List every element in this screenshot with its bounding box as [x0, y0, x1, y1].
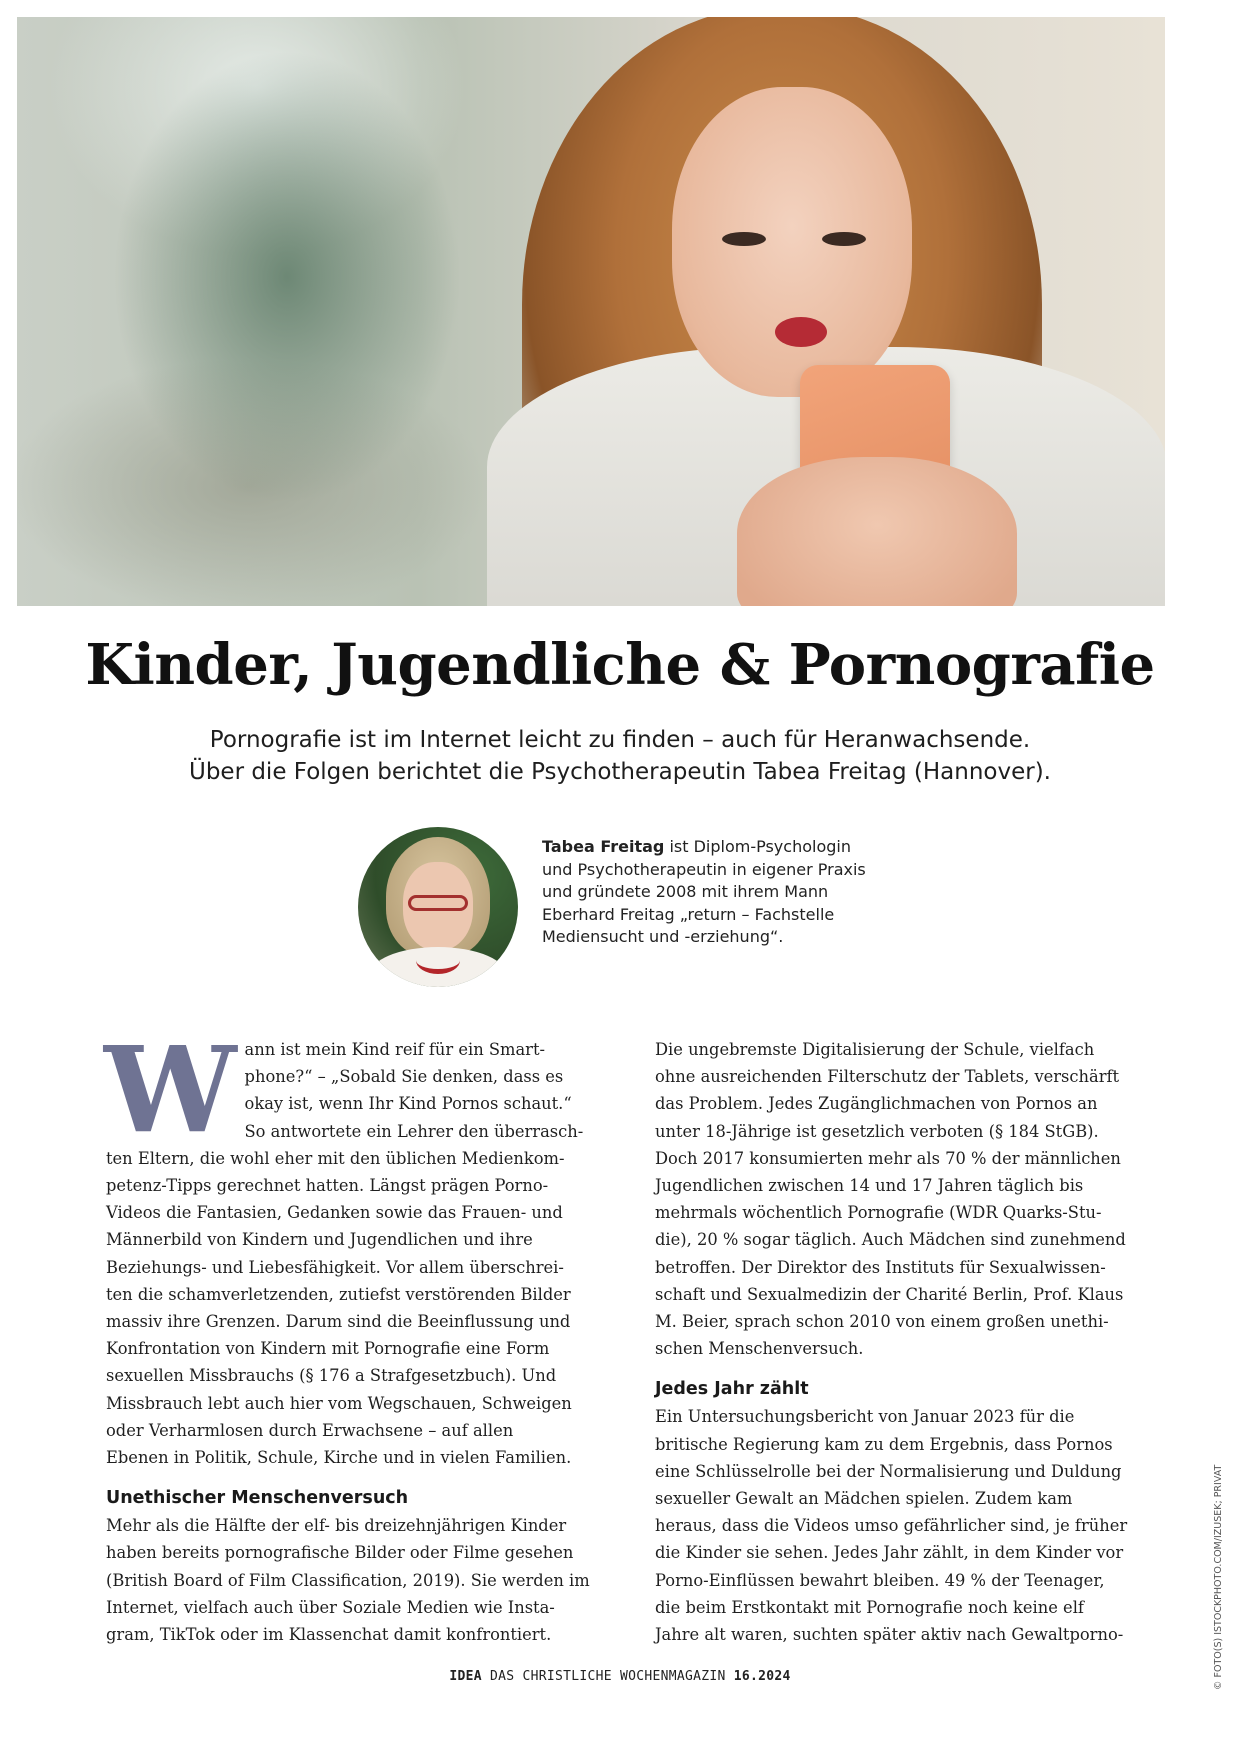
text-line: Videos die Fantasien, Gedanken sowie das… [106, 1203, 563, 1223]
text-line: Jahre alt waren, suchten später aktiv na… [655, 1625, 1124, 1645]
article-column-left: W ann ist mein Kind reif für ein Smart- … [104, 1020, 598, 1648]
text-line: schaft und Sexualmedizin der Charité Ber… [655, 1284, 1124, 1304]
text-line: das Problem. Jedes Zugänglichmachen von … [655, 1094, 1098, 1114]
bio-line: Eberhard Freitag „return – Fachstelle [542, 904, 835, 924]
text-line: haben bereits pornografische Bilder oder… [106, 1543, 574, 1563]
intro-paragraph: W ann ist mein Kind reif für ein Smart- … [104, 1020, 598, 1471]
subheading: Jedes Jahr zählt [655, 1379, 809, 1400]
text-line: sexuellen Missbrauchs (§ 176 a Strafgese… [106, 1366, 557, 1386]
author-bio: Tabea Freitag ist Diplom-Psychologin und… [542, 836, 902, 949]
text-line: Mehr als die Hälfte der elf- bis dreizeh… [106, 1516, 567, 1536]
photo-credit: © FOTO(S) ISTOCKPHOTO.COM/IZUSEK; PRIVAT [1213, 1464, 1224, 1690]
text-line: ten Eltern, die wohl eher mit den üblich… [106, 1148, 565, 1168]
text-line: ohne ausreichenden Filterschutz der Tabl… [655, 1067, 1120, 1087]
bio-line: Mediensucht und -erziehung“. [542, 927, 784, 946]
page-footer: IDEA DAS CHRISTLICHE WOCHENMAGAZIN 16.20… [0, 1669, 1240, 1684]
text-line: Männerbild von Kindern und Jugendlichen … [106, 1230, 533, 1250]
text-line: massiv ihre Grenzen. Darum sind die Beei… [106, 1312, 571, 1332]
text-line: unter 18-Jährige ist gesetzlich verboten… [655, 1121, 1099, 1141]
paragraph: Ein Untersuchungsbericht von Januar 2023… [655, 1403, 1147, 1648]
author-portrait [358, 827, 518, 987]
text-line: die), 20 % sogar täglich. Auch Mädchen s… [655, 1230, 1126, 1250]
text-line: schen Menschenversuch. [655, 1339, 864, 1359]
text-line: die beim Erstkontakt mit Pornografie noc… [655, 1597, 1084, 1617]
article-column-right: Die ungebremste Digitalisierung der Schu… [655, 1036, 1147, 1648]
text-line: Missbrauch lebt auch hier vom Wegschauen… [106, 1393, 572, 1413]
lede-line-2: Über die Folgen berichtet die Psychother… [188, 759, 1051, 785]
footer-magazine: DAS CHRISTLICHE WOCHENMAGAZIN [481, 1669, 734, 1684]
drop-cap: W [104, 1020, 237, 1159]
lede-line-1: Pornografie ist im Internet leicht zu fi… [209, 727, 1031, 753]
text-line: Porno-Einflüssen bewahrt bleiben. 49 % d… [655, 1570, 1105, 1590]
text-line: eine Schlüsselrolle bei der Normalisieru… [655, 1461, 1122, 1481]
text-line: britische Regierung kam zu dem Ergebnis,… [655, 1434, 1113, 1454]
text-line: mehrmals wöchentlich Pornografie (WDR Qu… [655, 1203, 1102, 1223]
text-line: Doch 2017 konsumierten mehr als 70 % der… [655, 1148, 1121, 1168]
subheading: Unethischer Menschenversuch [106, 1488, 409, 1509]
text-line: Internet, vielfach auch über Soziale Med… [106, 1597, 555, 1617]
text-line: Beziehungs- und Liebesfähigkeit. Vor all… [106, 1257, 564, 1277]
text-line: Ebenen in Politik, Schule, Kirche und in… [106, 1448, 572, 1468]
hero-hands [737, 457, 1017, 606]
page-title: Kinder, Jugendliche & Pornografie [85, 632, 1155, 698]
text-line: Die ungebremste Digitalisierung der Schu… [655, 1040, 1095, 1059]
text-line: betroffen. Der Direktor des Instituts fü… [655, 1257, 1106, 1277]
text-line: M. Beier, sprach schon 2010 von einem gr… [655, 1312, 1109, 1332]
footer-issue: 16.2024 [733, 1669, 791, 1684]
bio-line: und Psychotherapeutin in eigener Praxis [542, 859, 866, 879]
hero-face [672, 87, 912, 397]
section-paragraph: Mehr als die Hälfte der elf- bis dreizeh… [106, 1512, 598, 1648]
text-line: gram, TikTok oder im Klassenchat damit k… [106, 1625, 552, 1645]
bio-line: und gründete 2008 mit ihrem Mann [542, 882, 829, 901]
text-line: ten die schamverletzenden, zutiefst vers… [106, 1284, 571, 1304]
text-line: die Kinder sie sehen. Jedes Jahr zählt, … [655, 1543, 1124, 1563]
hero-photo [17, 17, 1165, 606]
text-line: heraus, dass die Videos umso gefährliche… [655, 1516, 1128, 1536]
paragraph: Die ungebremste Digitalisierung der Schu… [655, 1036, 1147, 1362]
text-line: sexueller Gewalt an Mädchen spielen. Zud… [655, 1489, 1073, 1509]
footer-brand: IDEA [449, 1669, 482, 1684]
text-line: Jugendlichen zwischen 14 und 17 Jahren t… [655, 1176, 1084, 1196]
hero-mouth [775, 317, 827, 347]
hero-eye-right [822, 232, 866, 246]
lede: Pornografie ist im Internet leicht zu fi… [120, 724, 1120, 788]
author-name: Tabea Freitag [542, 837, 665, 856]
bio-line: ist Diplom-Psychologin [664, 837, 851, 856]
text-line: Konfrontation von Kindern mit Pornografi… [106, 1339, 550, 1359]
text-line: (British Board of Film Classification, 2… [106, 1570, 590, 1590]
hero-eye-left [722, 232, 766, 246]
text-line: petenz-Tipps gerechnet hatten. Längst pr… [106, 1176, 549, 1196]
text-line: Ein Untersuchungsbericht von Januar 2023… [655, 1407, 1075, 1427]
text-line: oder Verharmlosen durch Erwachsene – auf… [106, 1420, 514, 1440]
